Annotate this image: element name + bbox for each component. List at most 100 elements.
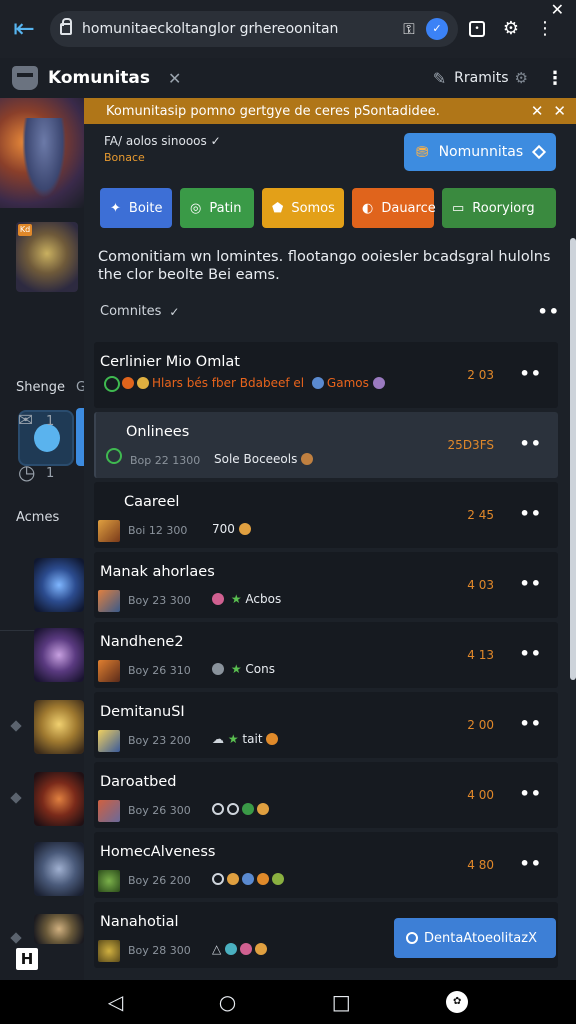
scrollbar[interactable] — [570, 238, 576, 680]
item-tags-suffix: Gamos — [326, 376, 369, 390]
item-tags — [212, 872, 287, 886]
face-icon — [227, 873, 239, 885]
key-icon[interactable]: ⚿ — [398, 18, 420, 40]
filter-button-patin[interactable]: ◎ Patin — [180, 188, 254, 228]
filter-button-somos[interactable]: ⬟ Somos — [262, 188, 344, 228]
puzzle-icon: ✦ — [110, 200, 121, 216]
more-options-icon[interactable]: •• — [520, 644, 542, 663]
nav-recents-icon[interactable]: □ — [332, 990, 351, 1014]
game-thumb-5[interactable] — [34, 842, 84, 896]
member-count: 2 45 — [467, 508, 494, 522]
communities-button-label: Nomunnitas — [438, 144, 524, 160]
item-tags: ★ Acbos — [212, 592, 281, 606]
list-item[interactable]: Nandhene2 Boy 26 310 ★ Cons 4 13 •• — [94, 622, 558, 688]
header-menu-icon[interactable]: ⋮ — [546, 68, 564, 89]
item-meta: Boy 26 200 — [128, 874, 191, 887]
assistant-icon[interactable]: ✿ — [446, 991, 469, 1013]
pink-dot-icon — [240, 943, 253, 955]
tabs-button[interactable]: • — [462, 14, 492, 44]
notice-dismiss-icon[interactable]: ✕ — [553, 102, 566, 120]
shield-icon[interactable]: ✓ — [426, 18, 448, 40]
user-gear-icon[interactable]: ⚙ — [515, 69, 528, 87]
nav-back-icon[interactable]: ◁ — [108, 990, 123, 1014]
filter-label: Rooryiorg — [472, 200, 535, 216]
join-button-label: DentaAtoeolitazX — [424, 930, 537, 946]
teal-dot-icon — [225, 943, 238, 955]
more-options-icon[interactable]: •• — [520, 364, 542, 383]
app-root: ⇤ homunitaeckoltanglor grhereoonitan ⚿ ✓… — [0, 0, 576, 1024]
community-description: Comonitiam wn lomintes. flootango ooiesl… — [98, 249, 551, 283]
header-user-name[interactable]: Rramits — [454, 70, 508, 86]
notice-close-icon[interactable]: ✕ — [531, 102, 544, 120]
shield-icon: ⬟ — [272, 200, 284, 216]
list-item[interactable]: HomecAlveness Boy 26 200 4 80 •• — [94, 832, 558, 898]
face-icon — [255, 943, 268, 955]
chat-icon[interactable]: ✉ — [18, 410, 33, 431]
filter-button-boite[interactable]: ✦ Boite — [100, 188, 172, 228]
member-count: 4 13 — [467, 648, 494, 662]
member-count: 2 00 — [467, 718, 494, 732]
game-thumb-3[interactable] — [34, 700, 84, 754]
item-title: Manak ahorlaes — [100, 564, 215, 580]
target-icon: ◎ — [190, 200, 202, 216]
thumb-badge: Kd — [18, 224, 32, 236]
ring-icon — [227, 803, 239, 815]
join-community-button[interactable]: DentaAtoeolitazX — [394, 918, 556, 958]
sort-label[interactable]: Comnites — [100, 304, 161, 319]
filter-label: Boite — [128, 200, 163, 216]
more-options-icon[interactable]: •• — [520, 504, 542, 523]
game-thumb-1[interactable] — [34, 558, 84, 612]
face-icon — [238, 523, 251, 535]
more-options-icon[interactable]: •• — [520, 574, 542, 593]
pen-icon[interactable]: ✎ — [433, 69, 446, 88]
more-options-icon[interactable]: •• — [520, 854, 542, 873]
game-thumb-2[interactable] — [34, 628, 84, 682]
address-bar[interactable]: homunitaeckoltanglor grhereoonitan ⚿ ✓ — [50, 11, 458, 47]
more-options-icon[interactable]: •• — [520, 434, 542, 453]
list-item[interactable]: Manak ahorlaes Boy 23 300 ★ Acbos 4 03 •… — [94, 552, 558, 618]
sidebar-dot-2 — [10, 792, 22, 804]
list-item[interactable]: Onlinees Bop 22 1300 Sole Boceeols 25D3F… — [94, 412, 558, 478]
list-item[interactable]: Daroatbed Boy 26 300 4 00 •• — [94, 762, 558, 828]
sidebar-tab-edge[interactable] — [76, 408, 84, 466]
item-tags: 700 — [212, 522, 254, 536]
sort-row: Comnites ✓ •• — [100, 302, 560, 321]
app-logo-icon — [12, 66, 38, 90]
game-thumbnail[interactable]: Kd — [16, 222, 78, 292]
game-thumb-4[interactable] — [34, 772, 84, 826]
more-options-icon[interactable]: •• — [520, 714, 542, 733]
list-item[interactable]: Caareel Boi 12 300 700 2 45 •• — [94, 482, 558, 548]
more-options-icon[interactable]: •• — [520, 784, 542, 803]
lock-icon — [60, 18, 72, 35]
sidebar-dot-1 — [10, 720, 22, 732]
filter-button-rooryiorg[interactable]: ▭ Rooryiorg — [442, 188, 556, 228]
globe-icon — [311, 377, 324, 389]
nav-home-icon[interactable]: ○ — [219, 990, 236, 1014]
app-close-icon[interactable]: ✕ — [168, 69, 181, 88]
region-sub: Bonace — [104, 151, 145, 164]
hashtag-icon[interactable]: H — [16, 948, 38, 970]
item-title: HomecAlveness — [100, 844, 216, 860]
member-count: 4 80 — [467, 858, 494, 872]
game-thumb-6[interactable] — [34, 914, 84, 944]
online-ring-icon — [106, 448, 122, 464]
region-selector[interactable]: FA/ aolos sinooos ✓ Bonace — [104, 134, 221, 164]
back-arrow-icon[interactable]: ⇤ — [8, 13, 40, 45]
item-tags-text: Cons — [245, 662, 275, 676]
settings-gear-icon[interactable]: ⚙ — [496, 14, 526, 44]
list-item[interactable]: Cerlinier Mio Omlat Hlars bés fber Bdabe… — [94, 342, 558, 408]
app-title: Komunitas — [48, 68, 151, 88]
more-options-icon[interactable]: •• — [538, 302, 560, 321]
communities-button[interactable]: ⛃ Nomunnitas — [404, 133, 556, 171]
triangle-icon: △ — [212, 942, 222, 956]
sidebar-label-shenge: Shenge — [16, 380, 65, 395]
item-tags: ☁ ★ tait — [212, 732, 281, 746]
item-meta: Boy 23 200 — [128, 734, 191, 747]
item-tags-text: tait — [242, 732, 263, 746]
item-title: Nandhene2 — [100, 634, 184, 650]
filter-button-dauarce[interactable]: ◐ Dauarce — [352, 188, 436, 228]
list-item[interactable]: DemitanuSI Boy 23 200 ☁ ★ tait 2 00 •• — [94, 692, 558, 758]
window-close-icon[interactable]: ✕ — [551, 0, 564, 19]
badge-icon — [301, 453, 314, 465]
clock-icon[interactable]: ◷ — [18, 460, 35, 484]
